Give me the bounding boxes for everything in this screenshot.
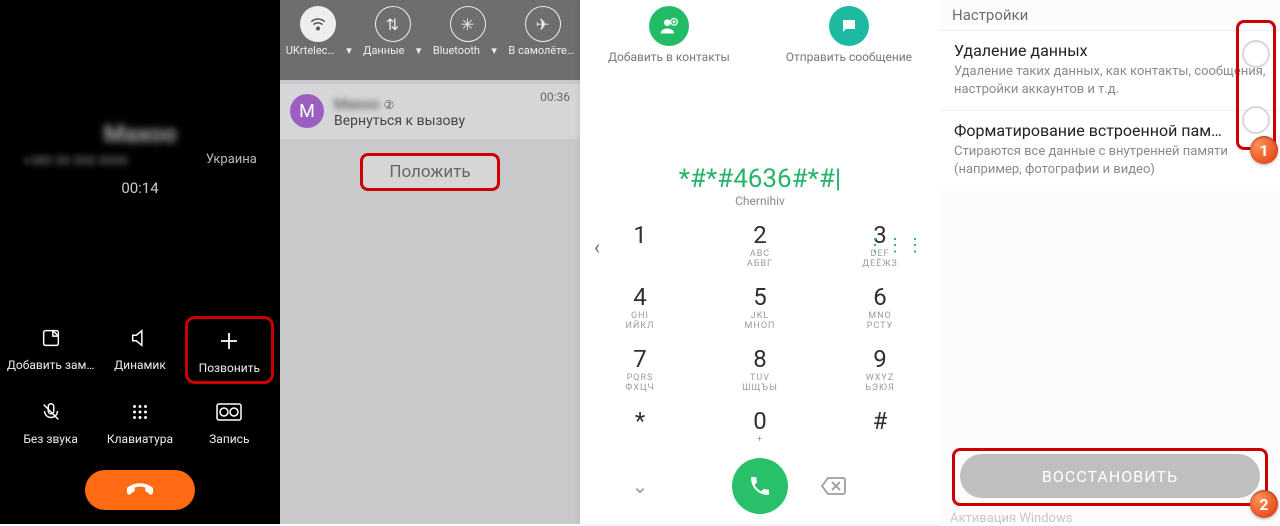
ongoing-call-notification[interactable]: М Maxoo ② Вернуться к вызову 00:36 — [280, 84, 580, 139]
bt-label: Bluetooth — [433, 44, 480, 57]
dialkey-*[interactable]: * — [580, 400, 700, 452]
data-label: Данные — [363, 44, 404, 57]
highlight-box-2 — [952, 448, 1268, 506]
delete-data-item[interactable]: Удаление данных Удаление таких данных, к… — [940, 30, 1280, 110]
plus-icon — [215, 327, 243, 355]
format-storage-item[interactable]: Форматирование встроенной пам… Стираются… — [940, 110, 1280, 190]
add-call-button[interactable]: Позвонить — [185, 316, 274, 384]
dialkey-0[interactable]: 0+ — [700, 400, 820, 452]
caller-country: Украина — [206, 152, 257, 167]
mute-button[interactable]: Без звука — [6, 390, 95, 452]
end-call-button[interactable] — [85, 470, 195, 510]
backspace-button[interactable] — [820, 476, 940, 496]
speaker-button[interactable]: Динамик — [95, 316, 184, 384]
dialkey-7[interactable]: 7PQRSФХЦЧ — [580, 338, 700, 400]
data-toggle[interactable]: ⇅ — [375, 6, 411, 42]
settings-header: Настройки — [940, 0, 1280, 30]
message-icon — [829, 6, 869, 46]
caller-number: +380 00 000 0000 — [23, 154, 128, 169]
notification-shade: ⇅ ✳ ✈ UKrtelec…▾ Данные▾ Bluetooth▾ В са… — [280, 0, 580, 524]
dialkey-#[interactable]: # — [820, 400, 940, 452]
dialkey-9[interactable]: 9WXYZЬЭЮЯ — [820, 338, 940, 400]
wifi-toggle[interactable] — [300, 6, 336, 42]
send-message-button[interactable]: Отправить сообщение — [786, 6, 912, 64]
dial-button[interactable] — [732, 458, 788, 514]
add-note-button[interactable]: Добавить зам… — [6, 316, 95, 384]
notif-caller: Maxoo — [334, 95, 380, 113]
call-screen: Maxoo +380 00 000 0000 Украина 00:14 Доб… — [0, 0, 280, 524]
wifi-label: UKrtelec… — [286, 44, 335, 57]
avatar: М — [290, 94, 324, 128]
dialkey-2[interactable]: 2ABCАБВГ — [700, 214, 820, 276]
dialed-sublabel: Chernihiv — [580, 194, 940, 208]
dialpad-grid-icon[interactable]: ⋮⋮⋮ — [866, 235, 926, 256]
note-icon — [37, 324, 65, 352]
call-elapsed: 00:14 — [121, 179, 158, 197]
speaker-icon — [126, 324, 154, 352]
keypad-button[interactable]: Клавиатура — [95, 390, 184, 452]
hang-up-button[interactable]: Положить — [360, 153, 500, 191]
phone-icon — [748, 474, 772, 498]
plane-label: В самолёте… — [508, 44, 574, 57]
dialkey-6[interactable]: 6MNOРСТУ — [820, 276, 940, 338]
highlight-box-1 — [1236, 20, 1276, 150]
return-to-call: Вернуться к вызову — [334, 113, 465, 129]
dialkey-4[interactable]: 4GHIИЙКЛ — [580, 276, 700, 338]
add-contact-icon — [649, 6, 689, 46]
dialer-screen: Добавить в контакты Отправить сообщение … — [580, 0, 940, 524]
callout-badge-1: 1 — [1250, 136, 1278, 164]
record-icon — [215, 398, 243, 426]
back-chevron-icon[interactable]: ‹ — [594, 235, 600, 259]
bluetooth-toggle[interactable]: ✳ — [450, 6, 486, 42]
settings-screen: Настройки Удаление данных Удаление таких… — [940, 0, 1280, 524]
dialkey-8[interactable]: 8TUVШЩЪЫ — [700, 338, 820, 400]
hangup-icon — [127, 477, 153, 503]
dialkey-5[interactable]: 5JKLМНОП — [700, 276, 820, 338]
mute-icon — [37, 398, 65, 426]
callout-badge-2: 2 — [1250, 490, 1278, 518]
add-contact-button[interactable]: Добавить в контакты — [608, 6, 730, 64]
collapse-dialpad-button[interactable]: ⌄ — [580, 474, 700, 498]
dialed-number: *#*#4636#*#| — [580, 158, 940, 194]
caller-name: Maxoo — [104, 120, 177, 148]
record-button[interactable]: Запись — [185, 390, 274, 452]
keypad-icon — [126, 398, 154, 426]
airplane-toggle[interactable]: ✈ — [525, 6, 561, 42]
notif-elapsed: 00:36 — [540, 90, 570, 104]
